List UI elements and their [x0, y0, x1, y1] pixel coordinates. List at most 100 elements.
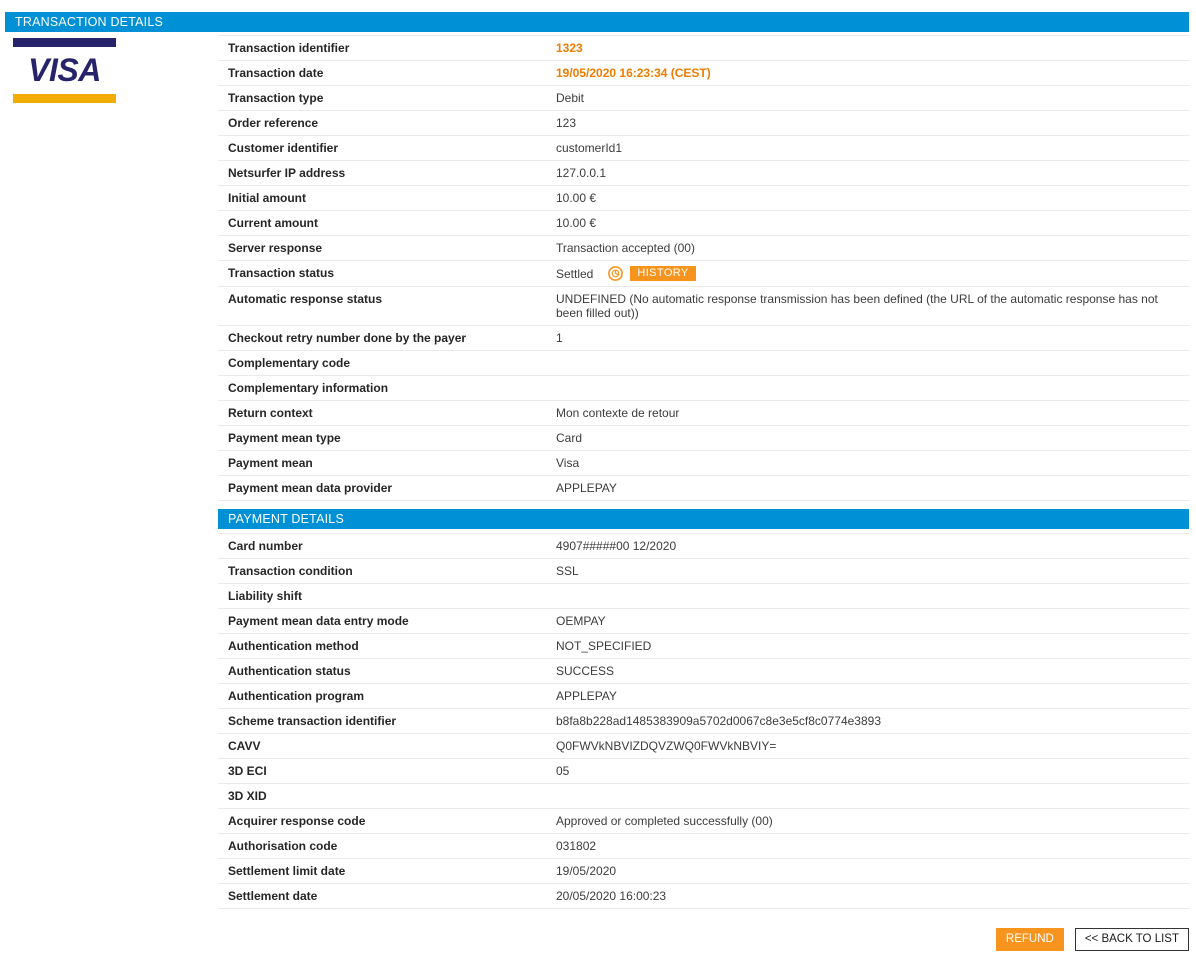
row-value [556, 375, 1189, 401]
table-row: Settlement limit date 19/05/2020 [218, 858, 1189, 884]
row-label: Automatic response status [218, 286, 556, 326]
visa-logo-top-bar [13, 38, 116, 47]
row-value: Debit [556, 85, 1189, 111]
row-label: Settlement limit date [218, 858, 556, 884]
table-row: Scheme transaction identifier b8fa8b228ad… [218, 708, 1189, 734]
table-row: Authentication method NOT_SPECIFIED [218, 633, 1189, 659]
row-value: OEMPAY [556, 608, 1189, 634]
row-label: Initial amount [218, 185, 556, 211]
row-label: Checkout retry number done by the payer [218, 325, 556, 351]
row-value: 20/05/2020 16:00:23 [556, 883, 1189, 909]
table-row: Authentication program APPLEPAY [218, 683, 1189, 709]
table-row: Checkout retry number done by the payer 1 [218, 325, 1189, 351]
transaction-details-section-header: TRANSACTION DETAILS [5, 12, 1189, 32]
action-button-bar: REFUND << BACK TO LIST [218, 928, 1189, 951]
row-value: Approved or completed successfully (00) [556, 808, 1189, 834]
transaction-details-title: TRANSACTION DETAILS [15, 15, 164, 29]
row-label: CAVV [218, 733, 556, 759]
back-to-list-button[interactable]: << BACK TO LIST [1074, 928, 1189, 951]
row-value: Card [556, 425, 1189, 451]
row-label: Customer identifier [218, 135, 556, 161]
table-row: Card number 4907#####00 12/2020 [218, 533, 1189, 559]
row-label: Return context [218, 400, 556, 426]
row-value: 4907#####00 12/2020 [556, 533, 1189, 559]
row-value: Transaction accepted (00) [556, 235, 1189, 261]
row-label: Liability shift [218, 583, 556, 609]
row-label: Transaction identifier [218, 35, 556, 61]
table-row: Payment mean Visa [218, 450, 1189, 476]
row-label: Transaction date [218, 60, 556, 86]
table-row: Acquirer response code Approved or comple… [218, 808, 1189, 834]
row-label: Settlement date [218, 883, 556, 909]
row-label: Scheme transaction identifier [218, 708, 556, 734]
row-label: Transaction status [218, 260, 556, 287]
row-label: Authorisation code [218, 833, 556, 859]
row-value: b8fa8b228ad1485383909a5702d0067c8e3e5cf8… [556, 708, 1189, 734]
transaction-details-table: Transaction identifier 1323 Transaction da… [218, 35, 1189, 501]
table-row: Authorisation code 031802 [218, 833, 1189, 859]
row-value [556, 350, 1189, 376]
row-label: Payment mean data entry mode [218, 608, 556, 634]
row-value: 19/05/2020 16:23:34 (CEST) [556, 60, 1189, 86]
row-label: Payment mean data provider [218, 475, 556, 501]
table-row: Order reference 123 [218, 110, 1189, 136]
refund-button[interactable]: REFUND [995, 928, 1064, 951]
row-label: Transaction condition [218, 558, 556, 584]
row-label: Complementary code [218, 350, 556, 376]
table-row: Netsurfer IP address 127.0.0.1 [218, 160, 1189, 186]
row-label: Complementary information [218, 375, 556, 401]
table-row: Transaction date 19/05/2020 16:23:34 (CES… [218, 60, 1189, 86]
row-value: Settled HISTORY [556, 260, 1189, 287]
row-value: SSL [556, 558, 1189, 584]
table-row: Payment mean data provider APPLEPAY [218, 475, 1189, 501]
table-row: 3D ECI 05 [218, 758, 1189, 784]
table-row: Customer identifier customerId1 [218, 135, 1189, 161]
row-label: Authentication method [218, 633, 556, 659]
row-label: Order reference [218, 110, 556, 136]
row-label: Card number [218, 533, 556, 559]
payment-details-table: Card number 4907#####00 12/2020 Transactio… [218, 533, 1189, 909]
row-value [556, 783, 1189, 809]
transaction-details-rows: Transaction identifier 1323 Transaction da… [218, 35, 1189, 501]
visa-logo: VISA [13, 38, 116, 103]
row-value: UNDEFINED (No automatic response transmi… [556, 286, 1189, 326]
table-row: CAVV Q0FWVkNBVIZDQVZWQ0FWVkNBVIY= [218, 733, 1189, 759]
row-label: Payment mean [218, 450, 556, 476]
table-row: Transaction condition SSL [218, 558, 1189, 584]
table-row: Settlement date 20/05/2020 16:00:23 [218, 883, 1189, 909]
table-row: Payment mean data entry mode OEMPAY [218, 608, 1189, 634]
row-value: 10.00 € [556, 210, 1189, 236]
row-label: Authentication program [218, 683, 556, 709]
row-label: Transaction type [218, 85, 556, 111]
table-row: Complementary code [218, 350, 1189, 376]
row-label: 3D ECI [218, 758, 556, 784]
row-label: Netsurfer IP address [218, 160, 556, 186]
transaction-status-text: Settled [556, 266, 594, 281]
visa-logo-bottom-bar [13, 94, 116, 103]
row-value: Visa [556, 450, 1189, 476]
history-badge[interactable]: HISTORY [630, 266, 696, 281]
row-value [556, 583, 1189, 609]
row-label: Payment mean type [218, 425, 556, 451]
table-row: Current amount 10.00 € [218, 210, 1189, 236]
row-value: Mon contexte de retour [556, 400, 1189, 426]
payment-details-section-header: PAYMENT DETAILS [218, 509, 1189, 529]
history-clock-icon[interactable] [607, 266, 624, 281]
table-row: Authentication status SUCCESS [218, 658, 1189, 684]
row-value: 1323 [556, 35, 1189, 61]
row-value: APPLEPAY [556, 475, 1189, 501]
row-label: Server response [218, 235, 556, 261]
table-row: Complementary information [218, 375, 1189, 401]
table-row: Transaction status Settled HISTORY [218, 260, 1189, 287]
table-row: Transaction identifier 1323 [218, 35, 1189, 61]
table-row: Liability shift [218, 583, 1189, 609]
row-value: 10.00 € [556, 185, 1189, 211]
table-row: Initial amount 10.00 € [218, 185, 1189, 211]
row-value: 19/05/2020 [556, 858, 1189, 884]
payment-details-rows: Card number 4907#####00 12/2020 Transactio… [218, 533, 1189, 909]
table-row: Server response Transaction accepted (00) [218, 235, 1189, 261]
row-value: Q0FWVkNBVIZDQVZWQ0FWVkNBVIY= [556, 733, 1189, 759]
row-value: SUCCESS [556, 658, 1189, 684]
row-value: 031802 [556, 833, 1189, 859]
row-label: Authentication status [218, 658, 556, 684]
